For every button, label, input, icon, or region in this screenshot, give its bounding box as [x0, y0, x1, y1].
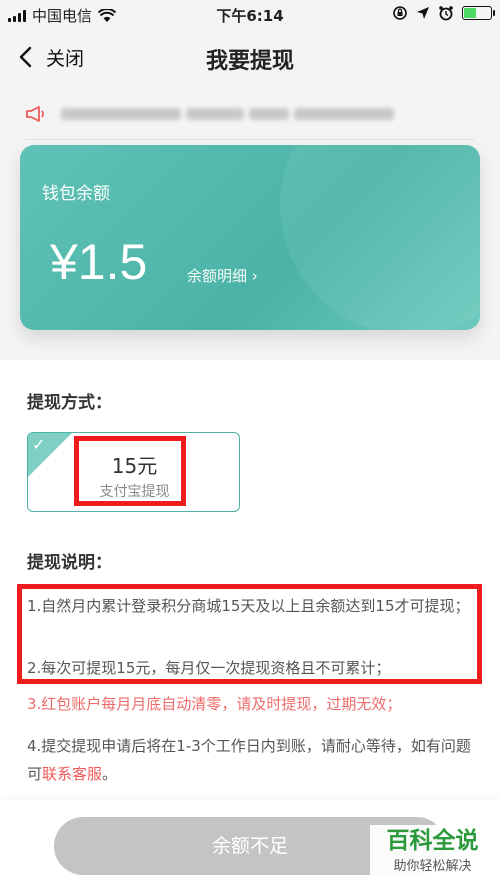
description-item-4-suffix: 。 [102, 765, 118, 783]
description-item-3: 3.红包账户每月月底自动清零，请及时提现，过期无效； [27, 695, 402, 713]
location-icon [417, 7, 429, 19]
wallet-balance: ¥1.5 [50, 234, 148, 290]
description-section-title: 提现说明： [27, 553, 112, 573]
watermark: 百科全说 助你轻松解决 [370, 825, 495, 885]
card-decoration [280, 145, 480, 330]
battery-icon [462, 6, 495, 20]
wallet-title: 钱包余额 [42, 184, 110, 204]
watermark-title: 百科全说 [386, 828, 479, 854]
divider [25, 139, 475, 140]
nav-bar: 关闭 我要提现 [0, 30, 500, 85]
status-bar: 中国电信 下午6:14 [0, 0, 500, 30]
header-area: 钱包余额 ¥1.5 余额明细 › [0, 85, 500, 360]
contact-service-link[interactable]: 联系客服 [42, 765, 102, 783]
wallet-card: 钱包余额 ¥1.5 余额明细 › [20, 145, 480, 330]
notice-text-blurred [61, 108, 394, 120]
battery-fill [464, 8, 476, 18]
page-title: 我要提现 [205, 49, 294, 74]
method-section-title: 提现方式： [27, 393, 112, 413]
description-item-4: 4.提交提现申请后将在1-3个工作日内到账，请耐心等待，如有问题可联系客服。 [27, 732, 477, 788]
megaphone-icon [26, 106, 44, 122]
balance-detail-link[interactable]: 余额明细 › [187, 265, 258, 286]
rotation-lock-icon [393, 6, 407, 20]
status-right [392, 5, 495, 21]
notice-bar[interactable] [25, 97, 394, 131]
highlight-box-method [74, 436, 186, 506]
alarm-icon [439, 6, 453, 21]
watermark-subtitle: 助你轻松解决 [393, 859, 472, 874]
highlight-box-rules [17, 584, 482, 684]
